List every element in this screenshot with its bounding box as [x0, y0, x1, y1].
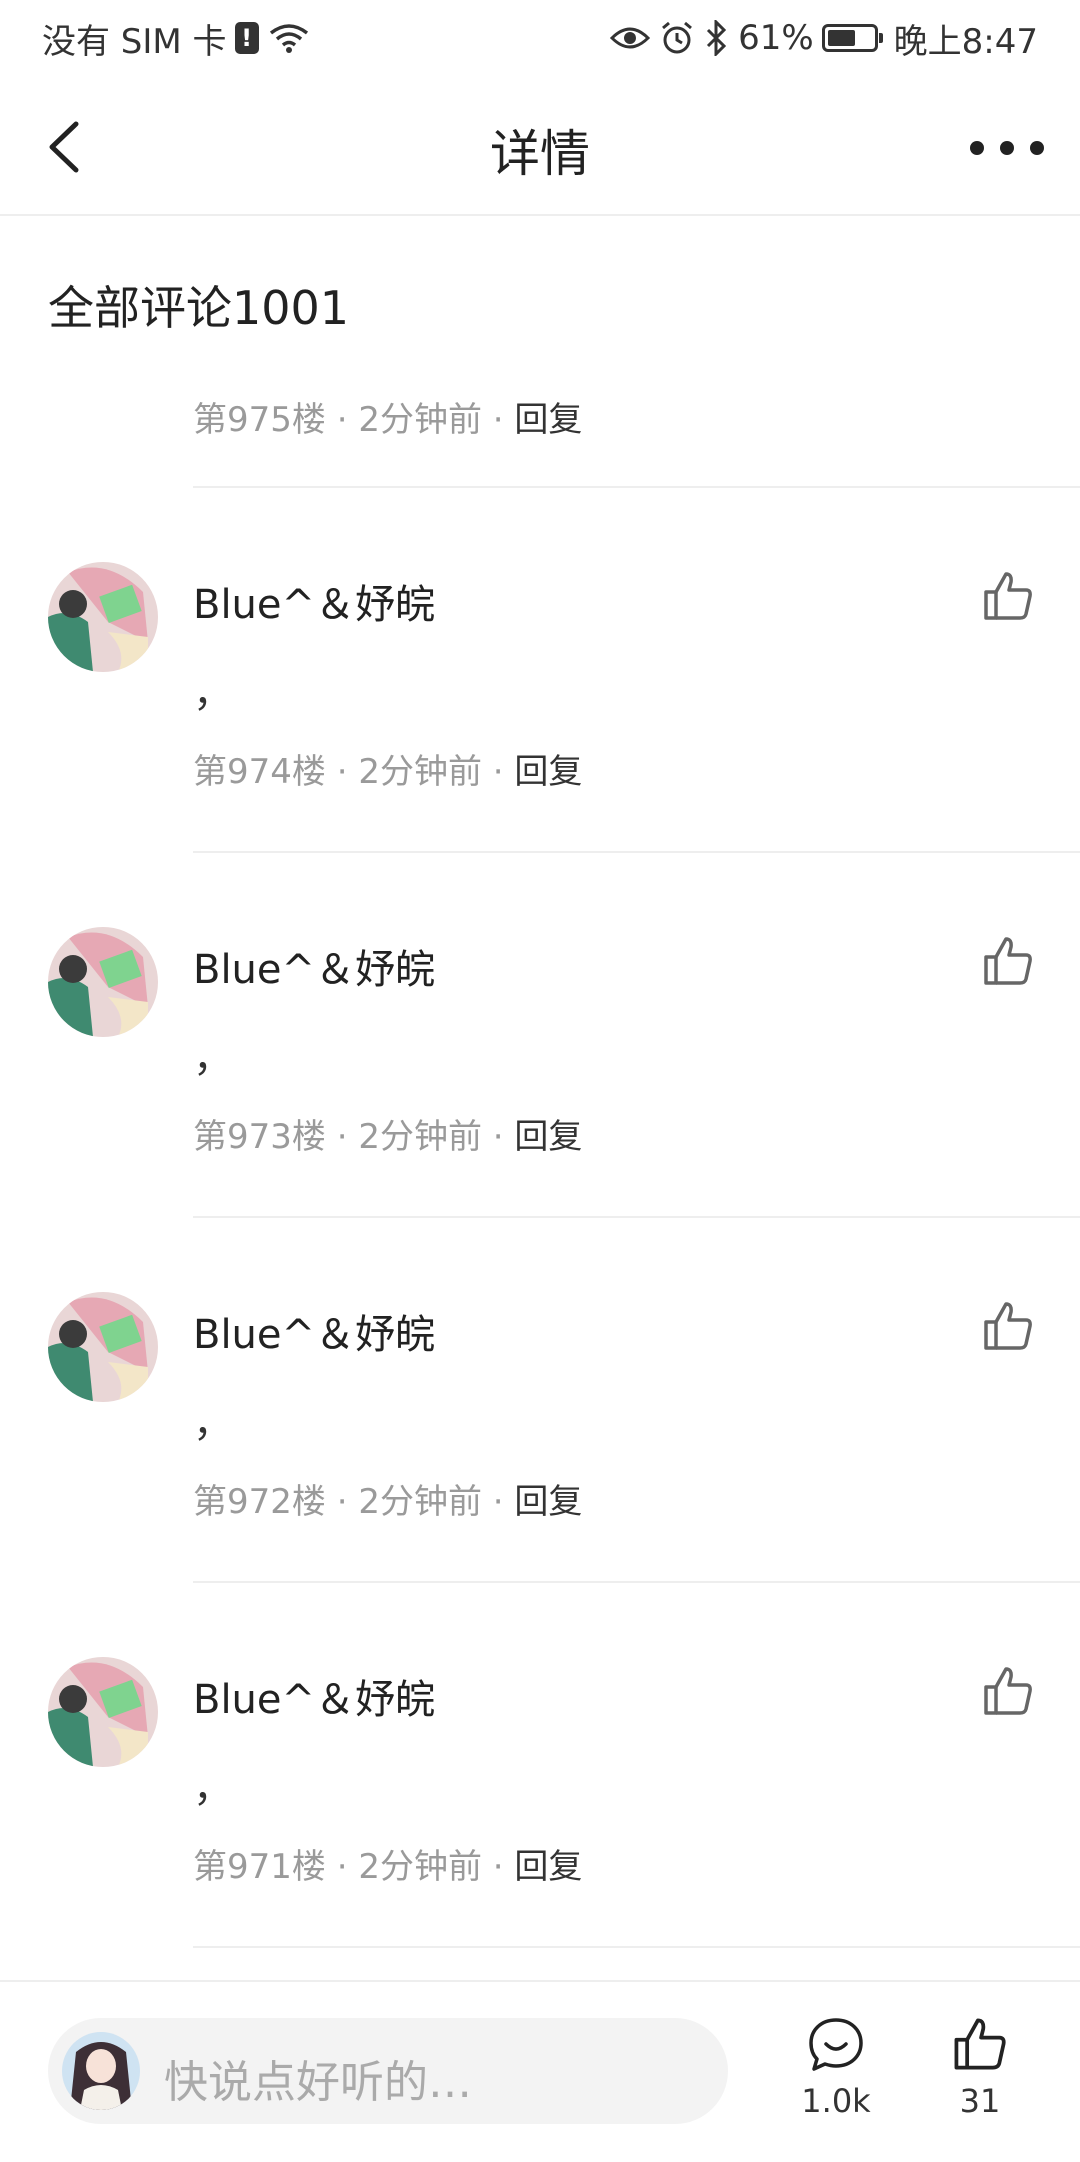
separator: ·: [336, 1482, 348, 1522]
reply-link[interactable]: 回复: [514, 1117, 582, 1157]
like-count: 31: [959, 2082, 1001, 2120]
comment-meta: 第971楼 · 2分钟前 · 回复: [193, 1839, 582, 1888]
floor-number: 第972楼: [193, 1482, 326, 1522]
sim-alert-icon: [234, 22, 259, 54]
comment-text: ，: [193, 1035, 233, 1081]
comment-time: 2分钟前: [358, 400, 482, 440]
comment-meta: 第972楼 · 2分钟前 · 回复: [193, 1474, 582, 1523]
more-horizontal-icon: [970, 141, 984, 155]
separator: ·: [336, 400, 348, 440]
comment-time: 2分钟前: [358, 1847, 482, 1887]
more-dot: [1030, 141, 1044, 155]
comment-meta: 第975楼 · 2分钟前 · 回复: [193, 392, 582, 441]
like-count-button[interactable]: 31: [940, 2014, 1020, 2120]
comment-text: ，: [193, 1765, 233, 1811]
separator: ·: [336, 1117, 348, 1157]
status-right: 61% 晚上8:47: [610, 16, 1038, 62]
thumbs-up-icon[interactable]: [980, 1663, 1036, 1719]
comment-time: 2分钟前: [358, 752, 482, 792]
comment-meta: 第974楼 · 2分钟前 · 回复: [193, 744, 582, 793]
username[interactable]: Blue^＆妤皖: [193, 572, 435, 630]
status-bar: 没有 SIM 卡 61% 晚上8:47: [0, 0, 1080, 80]
comment-input[interactable]: 快说点好听的…: [48, 2018, 728, 2124]
reply-link[interactable]: 回复: [514, 400, 582, 440]
separator: ·: [492, 1482, 504, 1522]
nav-header: 详情: [0, 80, 1080, 216]
separator: ·: [336, 1847, 348, 1887]
comment-placeholder: 快说点好听的…: [164, 2057, 472, 2108]
floor-number: 第973楼: [193, 1117, 326, 1157]
comments-section-title: 全部评论1001: [48, 281, 350, 335]
floor-number: 第974楼: [193, 752, 326, 792]
battery-icon: [821, 24, 883, 52]
avatar-image: [48, 1657, 158, 1767]
separator: ·: [492, 1117, 504, 1157]
comment-time: 2分钟前: [358, 1117, 482, 1157]
comment-item: Blue^＆妤皖 ， 第974楼 · 2分钟前 · 回复: [0, 488, 1080, 853]
clock: 晚上8:47: [893, 21, 1038, 62]
reply-link[interactable]: 回复: [514, 1847, 582, 1887]
avatar[interactable]: [48, 1657, 158, 1767]
status-left: 没有 SIM 卡: [42, 16, 309, 62]
comment-meta: 第973楼 · 2分钟前 · 回复: [193, 1109, 582, 1158]
thumbs-up-icon[interactable]: [980, 568, 1036, 624]
comment-time: 2分钟前: [358, 1482, 482, 1522]
thumbs-up-icon: [954, 2018, 1006, 2070]
comment-count: 1.0k: [801, 2082, 871, 2120]
separator: ·: [492, 400, 504, 440]
thumbs-up-icon[interactable]: [980, 933, 1036, 989]
eye-icon: [610, 27, 651, 49]
thumbs-up-icon[interactable]: [980, 1298, 1036, 1354]
username[interactable]: Blue^＆妤皖: [193, 937, 435, 995]
bottom-comment-bar: 快说点好听的… 1.0k 31: [0, 1980, 1080, 2162]
user-avatar: [62, 2032, 140, 2110]
comment-text: ，: [193, 1400, 233, 1446]
more-dot: [1000, 141, 1014, 155]
avatar[interactable]: [48, 562, 158, 672]
battery-percent: 61%: [738, 18, 814, 58]
comment-text: ，: [193, 670, 233, 716]
comment-item: Blue^＆妤皖 ， 第972楼 · 2分钟前 · 回复: [0, 1218, 1080, 1583]
reply-link[interactable]: 回复: [514, 1482, 582, 1522]
avatar-image: [48, 1292, 158, 1402]
floor-number: 第975楼: [193, 400, 326, 440]
more-button[interactable]: [970, 128, 1044, 168]
battery-fill: [827, 30, 855, 46]
username[interactable]: Blue^＆妤皖: [193, 1667, 435, 1725]
comment-count-button[interactable]: 1.0k: [796, 2014, 876, 2120]
comment-bubble-icon: [809, 2018, 863, 2071]
avatar-image: [48, 927, 158, 1037]
avatar-image: [62, 2032, 140, 2110]
divider: [193, 1946, 1080, 1948]
separator: ·: [336, 752, 348, 792]
separator: ·: [492, 1847, 504, 1887]
separator: ·: [492, 752, 504, 792]
comment-item: Blue^＆妤皖 ， 第971楼 · 2分钟前 · 回复: [0, 1583, 1080, 1948]
avatar[interactable]: [48, 1292, 158, 1402]
page-title: 详情: [490, 125, 590, 183]
floor-number: 第971楼: [193, 1847, 326, 1887]
bluetooth-icon: [707, 20, 727, 56]
avatar[interactable]: [48, 927, 158, 1037]
comment-item: Blue^＆妤皖 ， 第973楼 · 2分钟前 · 回复: [0, 853, 1080, 1218]
reply-link[interactable]: 回复: [514, 752, 582, 792]
carrier-text: 没有 SIM 卡: [42, 21, 227, 62]
username[interactable]: Blue^＆妤皖: [193, 1302, 435, 1360]
avatar-image: [48, 562, 158, 672]
wifi-icon: [269, 24, 308, 53]
alarm-icon: [662, 21, 693, 54]
